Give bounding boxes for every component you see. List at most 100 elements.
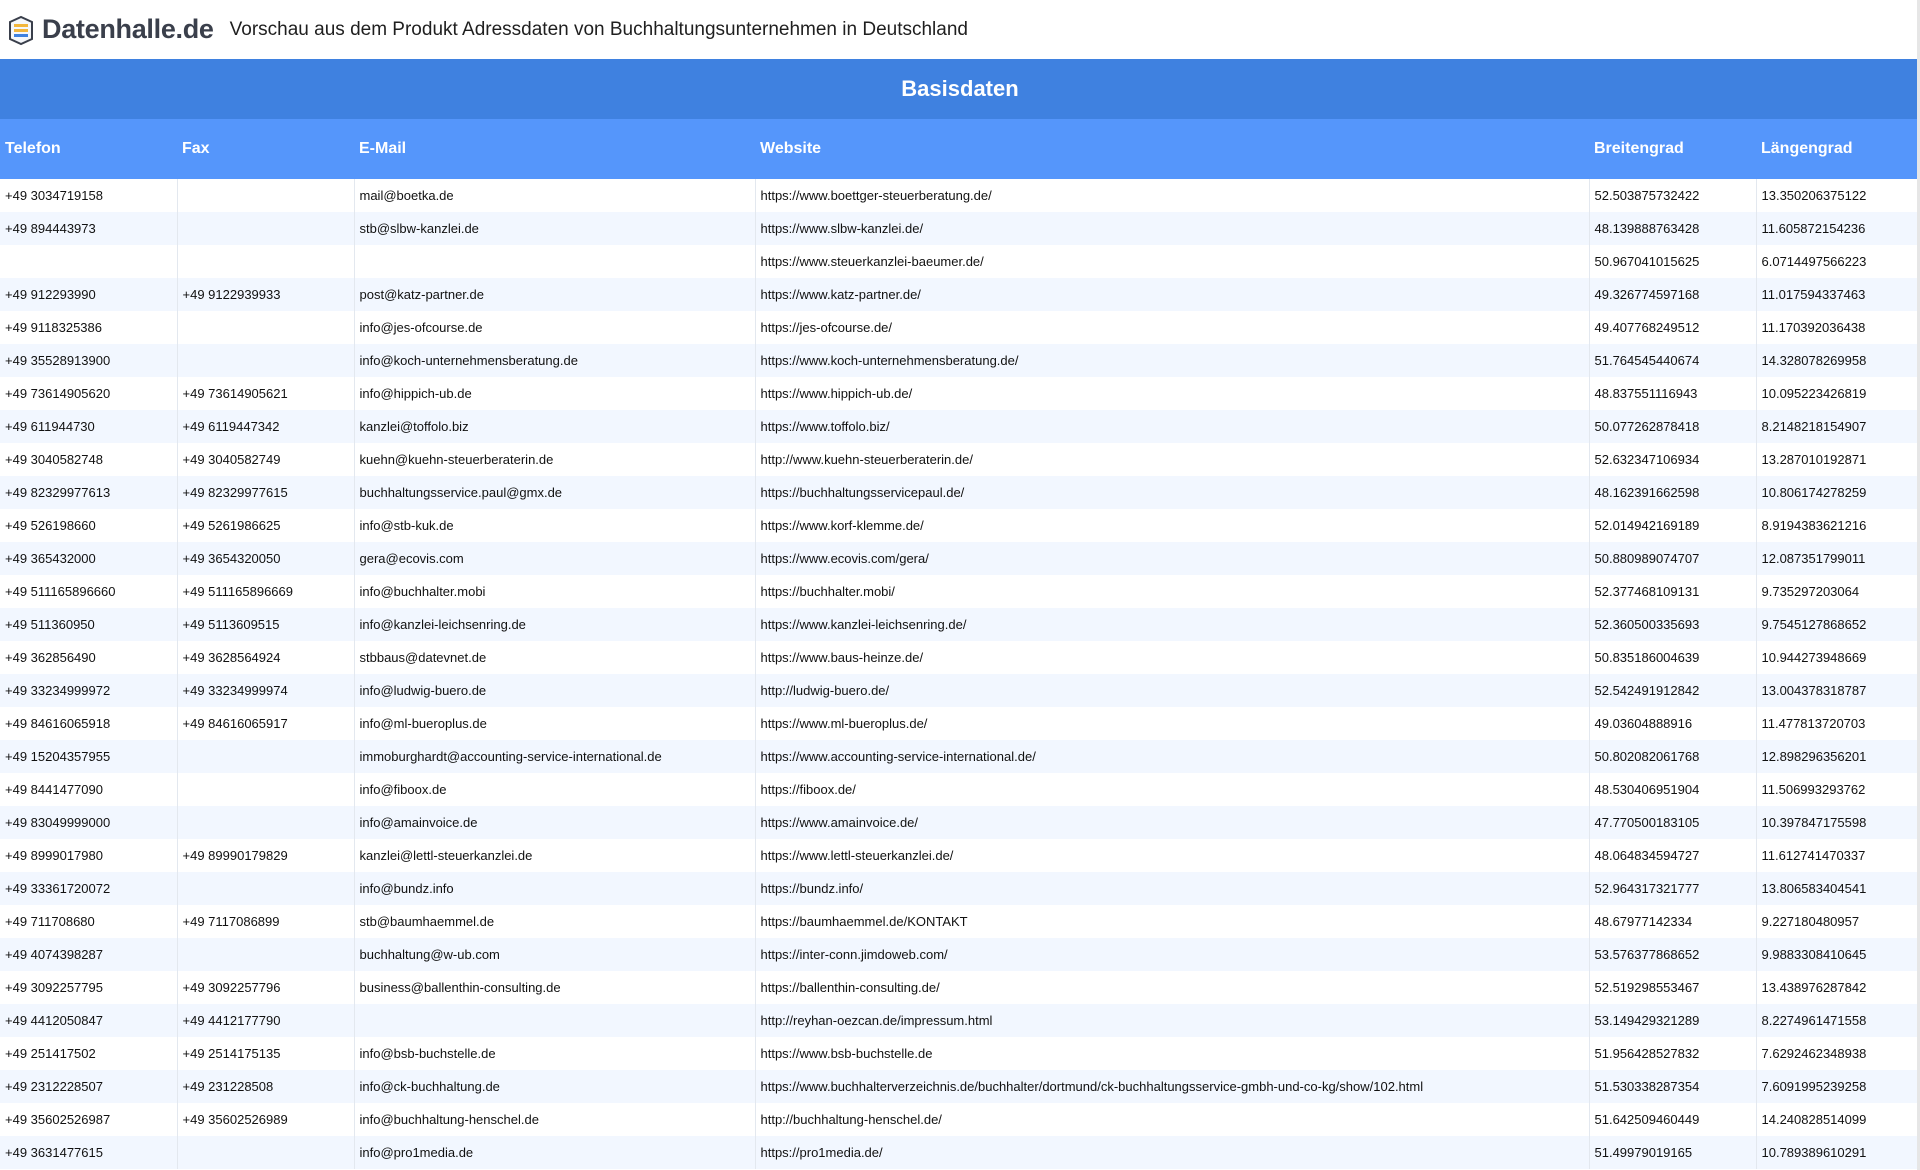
table-row: +49 3631477615 info@pro1media.de https://p…	[0, 1136, 1920, 1169]
cell-email: info@koch-unternehmensberatung.de	[354, 344, 756, 377]
cell-breitengrad: 53.149429321289	[1589, 1004, 1757, 1037]
cell-telefon: +49 362856490	[0, 641, 178, 674]
cell-website: https://www.amainvoice.de/	[755, 806, 1590, 839]
table-row: +49 8441477090 info@fiboox.de https://fibo…	[0, 773, 1920, 806]
cell-telefon: +49 365432000	[0, 542, 178, 575]
cell-fax: +49 4412177790	[177, 1004, 355, 1037]
cell-email: business@ballenthin-consulting.de	[354, 971, 756, 1004]
table-row: +49 2312228507 +49 231228508 info@ck-buchh…	[0, 1070, 1920, 1103]
cell-email: info@amainvoice.de	[354, 806, 756, 839]
cell-fax	[177, 773, 355, 806]
cell-laengengrad: 10.944273948669	[1756, 641, 1920, 674]
cell-website: https://www.toffolo.biz/	[755, 410, 1590, 443]
table-row: +49 611944730 +49 6119447342 kanzlei@toffo…	[0, 410, 1920, 443]
cell-fax: +49 33234999974	[177, 674, 355, 707]
cell-email: info@hippich-ub.de	[354, 377, 756, 410]
table-row: +49 8999017980 +49 89990179829 kanzlei@let…	[0, 839, 1920, 872]
cell-website: https://www.hippich-ub.de/	[755, 377, 1590, 410]
cell-fax: +49 9122939933	[177, 278, 355, 311]
cell-email: info@bundz.info	[354, 872, 756, 905]
table-row: +49 526198660 +49 5261986625 info@stb-kuk.…	[0, 509, 1920, 542]
cell-breitengrad: 47.770500183105	[1589, 806, 1757, 839]
cell-laengengrad: 10.095223426819	[1756, 377, 1920, 410]
cell-laengengrad: 8.2148218154907	[1756, 410, 1920, 443]
cell-email: info@buchhalter.mobi	[354, 575, 756, 608]
cell-laengengrad: 12.087351799011	[1756, 542, 1920, 575]
table-row: +49 912293990 +49 9122939933 post@katz-par…	[0, 278, 1920, 311]
cell-breitengrad: 49.326774597168	[1589, 278, 1757, 311]
cell-website: https://www.ml-bueroplus.de/	[755, 707, 1590, 740]
table-row: +49 3092257795 +49 3092257796 business@bal…	[0, 971, 1920, 1004]
column-header-email[interactable]: E-Mail	[354, 119, 755, 179]
table-row: +49 362856490 +49 3628564924 stbbaus@datev…	[0, 641, 1920, 674]
column-header-breitengrad[interactable]: Breitengrad	[1589, 119, 1756, 179]
cell-telefon: +49 912293990	[0, 278, 178, 311]
table-row: +49 35528913900 info@koch-unternehmensber…	[0, 344, 1920, 377]
cell-telefon: +49 82329977613	[0, 476, 178, 509]
table-row: +49 4412050847 +49 4412177790 http://reyha…	[0, 1004, 1920, 1037]
table-row: +49 35602526987 +49 35602526989 info@buchh…	[0, 1103, 1920, 1136]
cell-breitengrad: 50.967041015625	[1589, 245, 1757, 278]
cell-laengengrad: 10.806174278259	[1756, 476, 1920, 509]
cell-email: kanzlei@toffolo.biz	[354, 410, 756, 443]
cell-website: https://www.kanzlei-leichsenring.de/	[755, 608, 1590, 641]
cell-fax: +49 5261986625	[177, 509, 355, 542]
cell-laengengrad: 9.227180480957	[1756, 905, 1920, 938]
cell-laengengrad: 13.806583404541	[1756, 872, 1920, 905]
cell-breitengrad: 49.03604888916	[1589, 707, 1757, 740]
table-row: +49 15204357955 immoburghardt@accounting-…	[0, 740, 1920, 773]
cell-laengengrad: 10.397847175598	[1756, 806, 1920, 839]
logo[interactable]: Datenhalle.de	[6, 14, 214, 46]
cell-fax: +49 6119447342	[177, 410, 355, 443]
cell-website: https://www.buchhalterverzeichnis.de/buc…	[755, 1070, 1590, 1103]
cell-website: https://fiboox.de/	[755, 773, 1590, 806]
table-row: +49 83049999000 info@amainvoice.de https:/…	[0, 806, 1920, 839]
cell-laengengrad: 9.735297203064	[1756, 575, 1920, 608]
cell-fax: +49 35602526989	[177, 1103, 355, 1136]
cell-telefon: +49 33361720072	[0, 872, 178, 905]
cell-email: info@bsb-buchstelle.de	[354, 1037, 756, 1070]
cell-email: info@kanzlei-leichsenring.de	[354, 608, 756, 641]
cell-breitengrad: 52.360500335693	[1589, 608, 1757, 641]
cell-breitengrad: 53.576377868652	[1589, 938, 1757, 971]
section-header-basisdaten: Basisdaten	[0, 59, 1920, 119]
cell-email: immoburghardt@accounting-service-interna…	[354, 740, 756, 773]
column-header-website[interactable]: Website	[755, 119, 1589, 179]
cell-website: https://www.korf-klemme.de/	[755, 509, 1590, 542]
cell-fax	[177, 344, 355, 377]
cell-laengengrad: 14.328078269958	[1756, 344, 1920, 377]
cell-breitengrad: 51.764545440674	[1589, 344, 1757, 377]
column-header-laengengrad[interactable]: Längengrad	[1756, 119, 1920, 179]
column-header-fax[interactable]: Fax	[177, 119, 354, 179]
cell-fax: +49 82329977615	[177, 476, 355, 509]
table-row: +49 33361720072 info@bundz.info https://bu…	[0, 872, 1920, 905]
cell-laengengrad: 7.6292462348938	[1756, 1037, 1920, 1070]
cell-fax	[177, 179, 355, 212]
cell-breitengrad: 50.835186004639	[1589, 641, 1757, 674]
cell-telefon: +49 511360950	[0, 608, 178, 641]
cell-telefon: +49 84616065918	[0, 707, 178, 740]
cell-email: info@stb-kuk.de	[354, 509, 756, 542]
cell-telefon: +49 15204357955	[0, 740, 178, 773]
cell-email: info@pro1media.de	[354, 1136, 756, 1169]
cell-breitengrad: 52.377468109131	[1589, 575, 1757, 608]
cell-fax: +49 3628564924	[177, 641, 355, 674]
cell-laengengrad: 8.2274961471558	[1756, 1004, 1920, 1037]
cell-breitengrad: 48.837551116943	[1589, 377, 1757, 410]
cell-laengengrad: 11.170392036438	[1756, 311, 1920, 344]
cell-website: https://inter-conn.jimdoweb.com/	[755, 938, 1590, 971]
cell-telefon: +49 9118325386	[0, 311, 178, 344]
cell-breitengrad: 51.49979019165	[1589, 1136, 1757, 1169]
cell-fax	[177, 740, 355, 773]
cell-laengengrad: 6.0714497566223	[1756, 245, 1920, 278]
cell-breitengrad: 48.139888763428	[1589, 212, 1757, 245]
table-row: +49 251417502 +49 2514175135 info@bsb-buch…	[0, 1037, 1920, 1070]
column-header-telefon[interactable]: Telefon	[0, 119, 177, 179]
cell-breitengrad: 51.530338287354	[1589, 1070, 1757, 1103]
cell-website: https://www.baus-heinze.de/	[755, 641, 1590, 674]
cell-laengengrad: 8.9194383621216	[1756, 509, 1920, 542]
table-row: +49 3034719158 mail@boetka.de https://www.…	[0, 179, 1920, 212]
cell-website: https://www.accounting-service-internati…	[755, 740, 1590, 773]
cell-website: http://www.kuehn-steuerberaterin.de/	[755, 443, 1590, 476]
cell-telefon: +49 8441477090	[0, 773, 178, 806]
